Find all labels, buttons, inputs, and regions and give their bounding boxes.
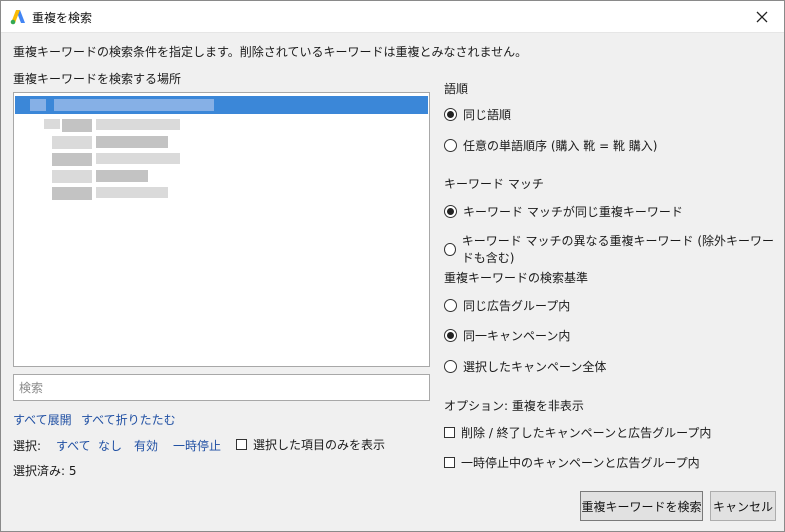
- tree-item-redacted[interactable]: [96, 119, 180, 130]
- word-order-same-radio[interactable]: 同じ語順: [444, 106, 511, 123]
- hide-removed-checkbox[interactable]: 削除 / 終了したキャンペーンと広告グループ内: [444, 424, 711, 441]
- tree-item-redacted[interactable]: [44, 119, 60, 129]
- tree-item-redacted[interactable]: [96, 153, 180, 164]
- select-none-link[interactable]: なし: [98, 437, 122, 454]
- radio-label: 任意の単語順序 (購入 靴 = 靴 購入): [463, 139, 658, 153]
- radio-button[interactable]: [444, 329, 457, 342]
- match-type-same-radio[interactable]: キーワード マッチが同じ重複キーワード: [444, 203, 683, 220]
- tree-item-redacted[interactable]: [62, 119, 92, 132]
- search-scope-heading: 重複キーワードの検索基準: [444, 271, 589, 285]
- checkbox-box[interactable]: [444, 427, 455, 438]
- word-order-heading: 語順: [444, 82, 469, 96]
- radio-button[interactable]: [444, 299, 457, 312]
- radio-button[interactable]: [444, 205, 457, 218]
- radio-button[interactable]: [444, 242, 456, 256]
- checkbox-box[interactable]: [236, 439, 247, 450]
- select-paused-link[interactable]: 一時停止: [173, 437, 221, 454]
- window-title: 重複を検索: [32, 11, 93, 25]
- tree-item-redacted[interactable]: [96, 170, 148, 182]
- title-bar: 重複を検索: [1, 1, 784, 33]
- close-icon: [756, 11, 768, 22]
- selected-count: 選択済み: 5: [13, 464, 77, 478]
- word-order-any-radio[interactable]: 任意の単語順序 (購入 靴 = 靴 購入): [444, 137, 658, 154]
- tree-item-redacted: [30, 99, 46, 111]
- show-selected-only-checkbox[interactable]: 選択した項目のみを表示: [236, 436, 385, 453]
- location-label: 重複キーワードを検索する場所: [13, 72, 182, 86]
- radio-label: 同一キャンペーン内: [463, 329, 571, 343]
- hide-paused-checkbox[interactable]: 一時停止中のキャンペーンと広告グループ内: [444, 454, 700, 471]
- find-duplicates-button[interactable]: 重複キーワードを検索: [580, 491, 703, 521]
- checkbox-label: 削除 / 終了したキャンペーンと広告グループ内: [461, 426, 712, 440]
- scope-selected-campaigns-radio[interactable]: 選択したキャンペーン全体: [444, 358, 606, 375]
- expand-all-link[interactable]: すべて展開: [13, 411, 72, 428]
- select-enabled-link[interactable]: 有効: [134, 437, 158, 454]
- collapse-all-link[interactable]: すべて折りたたむ: [81, 411, 176, 428]
- checkbox-box[interactable]: [444, 457, 455, 468]
- select-all-link[interactable]: すべて: [56, 437, 91, 454]
- find-duplicates-dialog: 重複を検索 重複キーワードの検索条件を指定します。削除されているキーワードは重複…: [0, 0, 785, 532]
- match-type-heading: キーワード マッチ: [444, 177, 544, 191]
- tree-item-redacted[interactable]: [52, 153, 92, 166]
- hide-options-heading: オプション: 重複を非表示: [444, 399, 584, 413]
- match-type-different-radio[interactable]: キーワード マッチの異なる重複キーワード (除外キーワードも含む): [444, 232, 784, 266]
- checkbox-label: 一時停止中のキャンペーンと広告グループ内: [461, 456, 700, 470]
- close-button[interactable]: [740, 1, 784, 32]
- tree-item-redacted[interactable]: [96, 187, 168, 198]
- radio-label: キーワード マッチの異なる重複キーワード (除外キーワードも含む): [461, 234, 775, 265]
- cancel-button[interactable]: キャンセル: [710, 491, 776, 521]
- scope-same-campaign-radio[interactable]: 同一キャンペーン内: [444, 327, 570, 344]
- instruction-text: 重複キーワードの検索条件を指定します。削除されているキーワードは重複とみなされま…: [13, 45, 528, 59]
- radio-label: 同じ広告グループ内: [463, 299, 571, 313]
- show-selected-only-label: 選択した項目のみを表示: [253, 438, 386, 452]
- radio-label: 選択したキャンペーン全体: [463, 360, 607, 374]
- radio-button[interactable]: [444, 360, 457, 373]
- location-search-input[interactable]: [13, 374, 430, 401]
- tree-item-redacted: [54, 99, 214, 111]
- google-ads-logo-icon: [10, 10, 25, 25]
- radio-button[interactable]: [444, 108, 457, 121]
- tree-item-redacted[interactable]: [96, 136, 168, 148]
- scope-same-adgroup-radio[interactable]: 同じ広告グループ内: [444, 297, 570, 314]
- tree-item-redacted[interactable]: [52, 187, 92, 200]
- tree-item-redacted[interactable]: [52, 136, 92, 149]
- tree-item-redacted[interactable]: [52, 170, 92, 183]
- radio-button[interactable]: [444, 139, 457, 152]
- radio-label: キーワード マッチが同じ重複キーワード: [463, 205, 683, 219]
- account-tree[interactable]: [13, 92, 430, 367]
- selection-label: 選択:: [13, 439, 42, 453]
- radio-label: 同じ語順: [463, 108, 512, 122]
